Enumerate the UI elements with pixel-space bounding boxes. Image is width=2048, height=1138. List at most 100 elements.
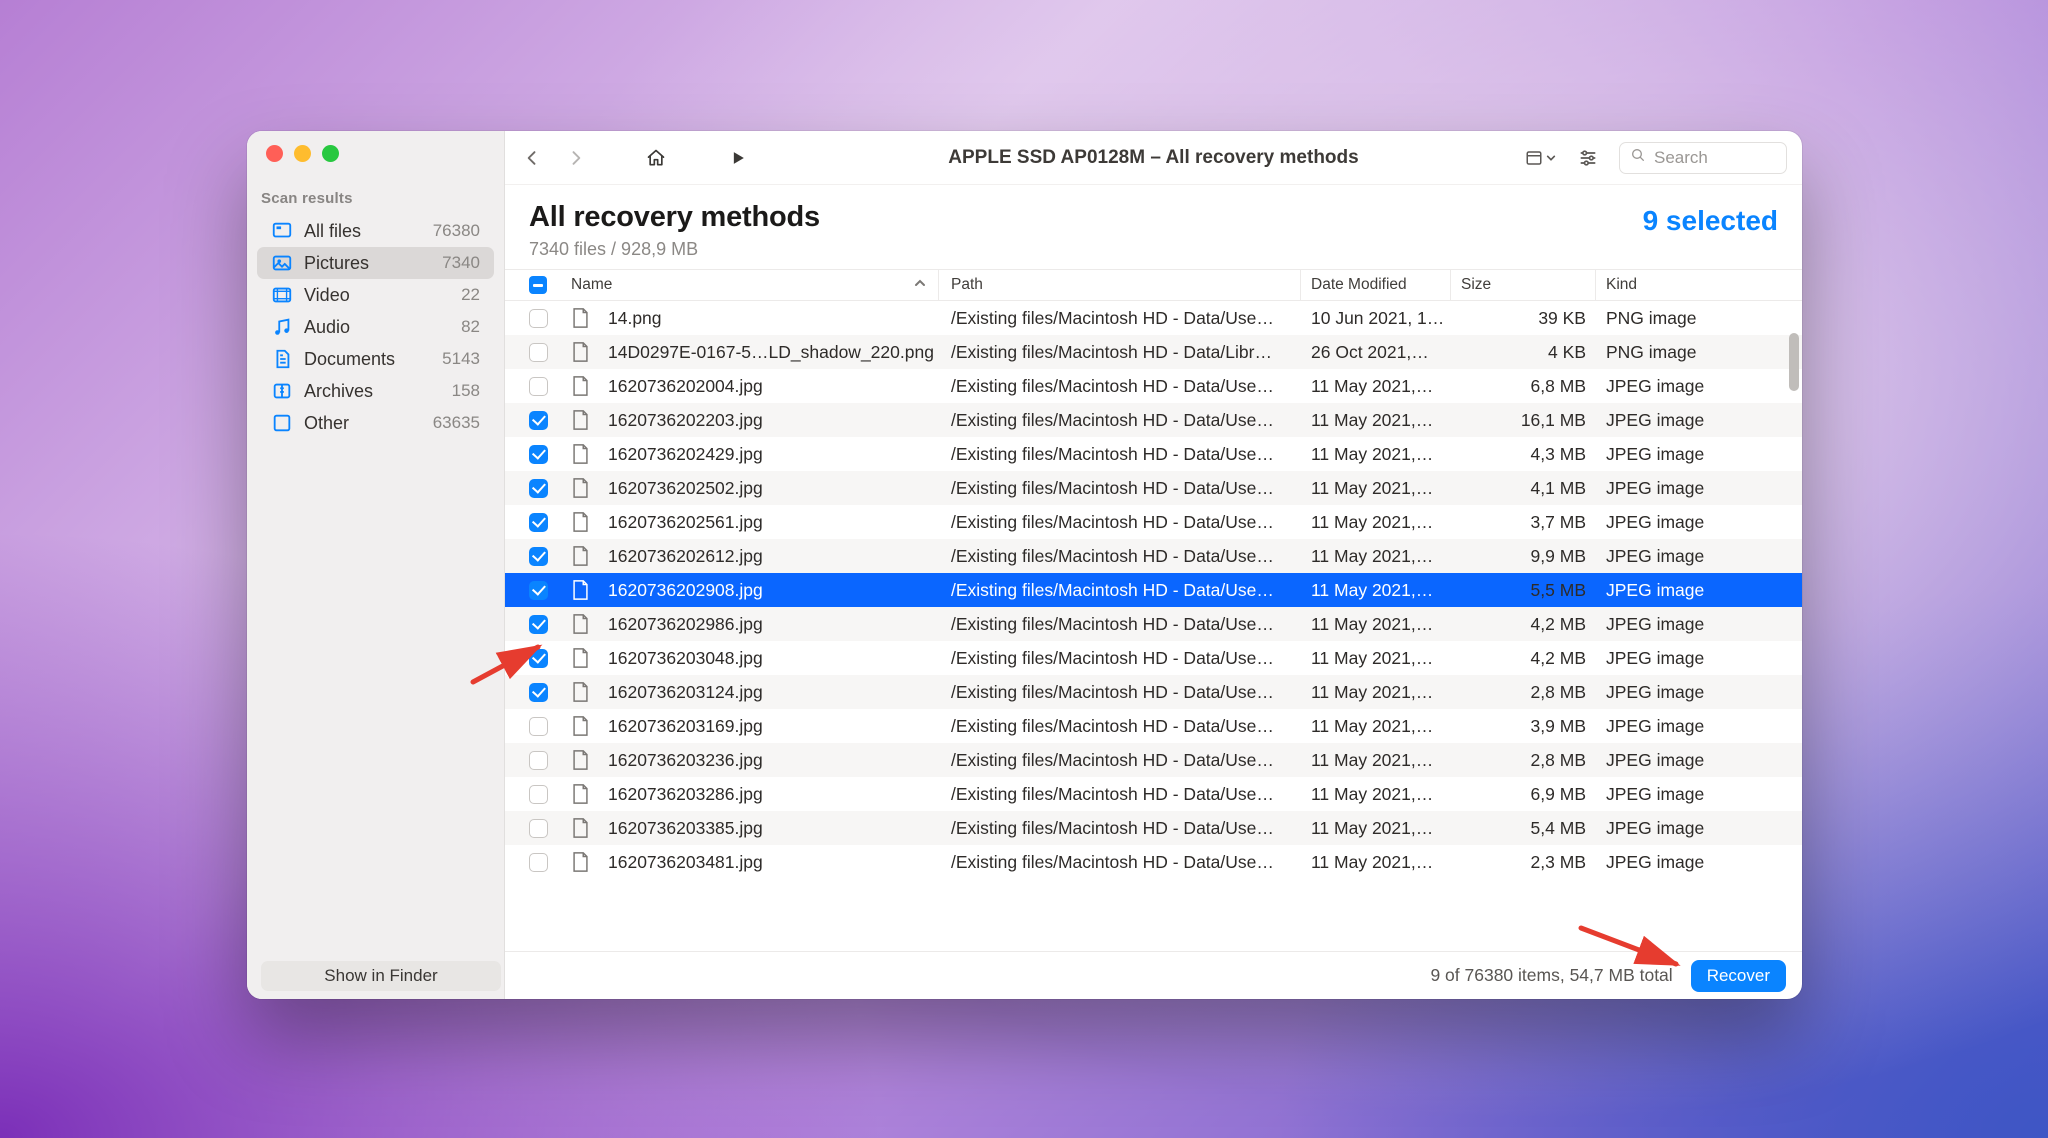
sidebar-item-label: Documents: [304, 349, 395, 370]
sidebar-item-label: Other: [304, 413, 349, 434]
sidebar-item-count: 76380: [433, 221, 480, 241]
table-row[interactable]: 1620736203385.jpg/Existing files/Macinto…: [505, 811, 1802, 845]
sidebar-item-documents[interactable]: Documents5143: [257, 343, 494, 375]
audio-icon: [271, 316, 293, 338]
table-row[interactable]: 1620736202429.jpg/Existing files/Macinto…: [505, 437, 1802, 471]
file-kind: JPEG image: [1606, 682, 1704, 703]
row-checkbox[interactable]: [529, 649, 548, 668]
sidebar-item-archives[interactable]: Archives158: [257, 375, 494, 407]
sidebar-item-count: 7340: [442, 253, 480, 273]
selected-count[interactable]: 9 selected: [1643, 205, 1778, 237]
file-date: 11 May 2021,…: [1311, 750, 1433, 771]
row-checkbox[interactable]: [529, 513, 548, 532]
row-checkbox[interactable]: [529, 343, 548, 362]
table-row[interactable]: 1620736203124.jpg/Existing files/Macinto…: [505, 675, 1802, 709]
row-checkbox[interactable]: [529, 581, 548, 600]
file-icon: [571, 307, 590, 329]
table-row[interactable]: 1620736202004.jpg/Existing files/Macinto…: [505, 369, 1802, 403]
row-checkbox[interactable]: [529, 683, 548, 702]
file-size: 4,3 MB: [1531, 444, 1586, 465]
file-icon: [571, 477, 590, 499]
table-row[interactable]: 1620736203048.jpg/Existing files/Macinto…: [505, 641, 1802, 675]
file-icon: [571, 647, 590, 669]
sidebar-item-pictures[interactable]: Pictures7340: [257, 247, 494, 279]
table-row[interactable]: 1620736203286.jpg/Existing files/Macinto…: [505, 777, 1802, 811]
table-row[interactable]: 1620736202908.jpg/Existing files/Macinto…: [505, 573, 1802, 607]
sidebar-item-count: 82: [461, 317, 480, 337]
row-checkbox[interactable]: [529, 785, 548, 804]
recover-button[interactable]: Recover: [1691, 960, 1786, 992]
file-name: 1620736202502.jpg: [608, 478, 763, 499]
table-row[interactable]: 1620736203481.jpg/Existing files/Macinto…: [505, 845, 1802, 879]
table-row[interactable]: 1620736202561.jpg/Existing files/Macinto…: [505, 505, 1802, 539]
pictures-icon: [271, 252, 293, 274]
file-icon: [571, 341, 590, 363]
forward-button[interactable]: [559, 141, 593, 175]
main-pane: APPLE SSD AP0128M – All recovery methods…: [505, 131, 1802, 999]
show-in-finder-button[interactable]: Show in Finder: [261, 961, 501, 991]
file-name: 1620736203481.jpg: [608, 852, 763, 873]
zoom-window-button[interactable]: [322, 145, 339, 162]
table-row[interactable]: 1620736202612.jpg/Existing files/Macinto…: [505, 539, 1802, 573]
sidebar-item-audio[interactable]: Audio82: [257, 311, 494, 343]
file-size: 4,2 MB: [1531, 614, 1586, 635]
view-options-button[interactable]: [1523, 141, 1557, 175]
row-checkbox[interactable]: [529, 411, 548, 430]
file-kind: PNG image: [1606, 342, 1696, 363]
file-path: /Existing files/Macintosh HD - Data/Libr…: [951, 342, 1272, 363]
file-date: 11 May 2021,…: [1311, 546, 1433, 567]
file-size: 16,1 MB: [1521, 410, 1586, 431]
table-row[interactable]: 1620736202502.jpg/Existing files/Macinto…: [505, 471, 1802, 505]
file-kind: JPEG image: [1606, 648, 1704, 669]
column-date[interactable]: Date Modified: [1301, 270, 1451, 300]
column-path[interactable]: Path: [939, 270, 1301, 300]
table-row[interactable]: 14.png/Existing files/Macintosh HD - Dat…: [505, 301, 1802, 335]
file-name: 1620736202986.jpg: [608, 614, 763, 635]
row-checkbox[interactable]: [529, 377, 548, 396]
table-row[interactable]: 1620736203236.jpg/Existing files/Macinto…: [505, 743, 1802, 777]
close-window-button[interactable]: [266, 145, 283, 162]
table-row[interactable]: 1620736202203.jpg/Existing files/Macinto…: [505, 403, 1802, 437]
play-scan-button[interactable]: [721, 141, 755, 175]
sidebar: Scan results All files76380Pictures7340V…: [247, 131, 505, 999]
file-name: 1620736203286.jpg: [608, 784, 763, 805]
sidebar-item-other[interactable]: Other63635: [257, 407, 494, 439]
row-checkbox[interactable]: [529, 751, 548, 770]
column-name[interactable]: Name: [571, 270, 939, 300]
all-files-icon: [271, 220, 293, 242]
sidebar-item-all-files[interactable]: All files76380: [257, 215, 494, 247]
table-row[interactable]: 14D0297E-0167-5…LD_shadow_220.png/Existi…: [505, 335, 1802, 369]
file-size: 4 KB: [1548, 342, 1586, 363]
archives-icon: [271, 380, 293, 402]
search-input[interactable]: Search: [1619, 142, 1787, 174]
column-kind[interactable]: Kind: [1596, 270, 1778, 300]
row-checkbox[interactable]: [529, 853, 548, 872]
sidebar-item-video[interactable]: Video22: [257, 279, 494, 311]
column-size[interactable]: Size: [1451, 270, 1596, 300]
file-icon: [571, 443, 590, 465]
file-icon: [571, 783, 590, 805]
sidebar-item-count: 158: [452, 381, 480, 401]
file-size: 5,4 MB: [1531, 818, 1586, 839]
row-checkbox[interactable]: [529, 445, 548, 464]
row-checkbox[interactable]: [529, 717, 548, 736]
table-row[interactable]: 1620736202986.jpg/Existing files/Macinto…: [505, 607, 1802, 641]
file-date: 11 May 2021,…: [1311, 784, 1433, 805]
settings-icon[interactable]: [1571, 141, 1605, 175]
row-checkbox[interactable]: [529, 615, 548, 634]
row-checkbox[interactable]: [529, 819, 548, 838]
row-checkbox[interactable]: [529, 309, 548, 328]
table-row[interactable]: 1620736203169.jpg/Existing files/Macinto…: [505, 709, 1802, 743]
file-kind: JPEG image: [1606, 512, 1704, 533]
row-checkbox[interactable]: [529, 547, 548, 566]
home-button[interactable]: [639, 141, 673, 175]
file-date: 11 May 2021,…: [1311, 716, 1433, 737]
select-all-checkbox[interactable]: [529, 276, 547, 294]
file-path: /Existing files/Macintosh HD - Data/Use…: [951, 648, 1274, 669]
file-name: 1620736203124.jpg: [608, 682, 763, 703]
scrollbar-thumb[interactable]: [1789, 333, 1799, 391]
back-button[interactable]: [515, 141, 549, 175]
minimize-window-button[interactable]: [294, 145, 311, 162]
file-size: 6,8 MB: [1531, 376, 1586, 397]
row-checkbox[interactable]: [529, 479, 548, 498]
